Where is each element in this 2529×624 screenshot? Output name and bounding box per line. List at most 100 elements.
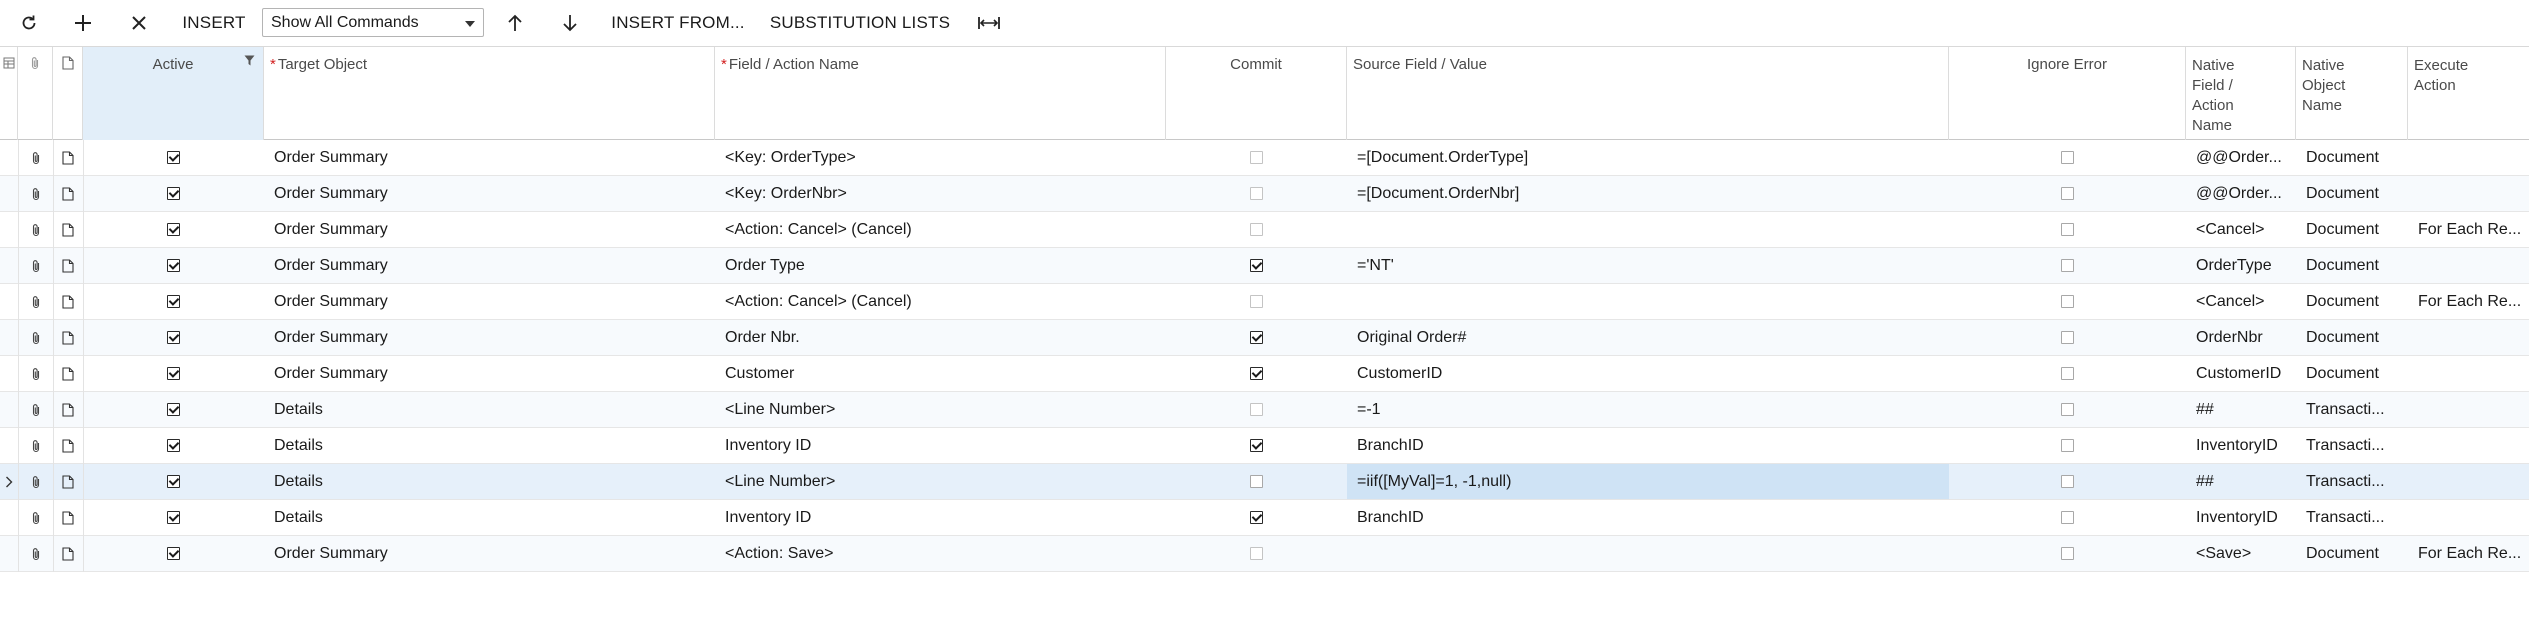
native-object-cell[interactable]: Document — [2296, 212, 2408, 247]
delete-row-button[interactable] — [124, 0, 154, 46]
ignore-error-cell[interactable] — [1949, 392, 2186, 427]
target-object-column-header[interactable]: * Target Object — [264, 47, 715, 140]
field-action-name-cell[interactable]: <Line Number> — [715, 464, 1166, 499]
target-object-cell[interactable]: Order Summary — [264, 140, 715, 175]
execute-action-cell[interactable] — [2408, 320, 2529, 355]
target-object-cell[interactable]: Details — [264, 428, 715, 463]
active-cell[interactable] — [83, 428, 264, 463]
row-notes-button[interactable] — [53, 176, 83, 211]
native-object-cell[interactable]: Document — [2296, 536, 2408, 571]
target-object-cell[interactable]: Order Summary — [264, 176, 715, 211]
execute-action-cell[interactable] — [2408, 392, 2529, 427]
execute-action-cell[interactable]: For Each Re... — [2408, 284, 2529, 319]
ignore-error-cell-checkbox[interactable] — [2061, 475, 2074, 488]
table-row[interactable]: Details <Line Number> =-1 ## Transacti... — [0, 392, 2529, 428]
active-cell[interactable] — [83, 284, 264, 319]
native-field-cell[interactable]: @@Order... — [2186, 176, 2296, 211]
ignore-error-cell-checkbox[interactable] — [2061, 223, 2074, 236]
row-selector[interactable] — [0, 500, 18, 535]
commit-cell[interactable] — [1166, 464, 1347, 499]
table-row[interactable]: Details Inventory ID BranchID InventoryID Tr… — [0, 428, 2529, 464]
ignore-error-cell-checkbox[interactable] — [2061, 151, 2074, 164]
row-files-button[interactable] — [18, 500, 53, 535]
target-object-cell[interactable]: Order Summary — [264, 320, 715, 355]
row-notes-button[interactable] — [53, 500, 83, 535]
row-files-button[interactable] — [18, 536, 53, 571]
active-cell[interactable] — [83, 392, 264, 427]
field-action-name-cell[interactable]: <Action: Cancel> (Cancel) — [715, 212, 1166, 247]
native-field-cell[interactable]: CustomerID — [2186, 356, 2296, 391]
native-field-column-header[interactable]: Native Field / Action Name — [2186, 47, 2296, 140]
source-field-value-cell[interactable]: =-1 — [1347, 392, 1949, 427]
commit-cell[interactable] — [1166, 392, 1347, 427]
commit-cell-checkbox[interactable] — [1250, 295, 1263, 308]
active-cell-checkbox[interactable] — [167, 295, 180, 308]
move-up-button[interactable] — [500, 0, 530, 46]
source-field-value-cell[interactable]: Original Order# — [1347, 320, 1949, 355]
source-field-value-cell[interactable]: =[Document.OrderNbr] — [1347, 176, 1949, 211]
native-field-cell[interactable]: @@Order... — [2186, 140, 2296, 175]
table-row[interactable]: Order Summary <Action: Cancel> (Cancel) <C… — [0, 284, 2529, 320]
execute-action-cell[interactable] — [2408, 356, 2529, 391]
row-notes-button[interactable] — [53, 248, 83, 283]
active-cell-checkbox[interactable] — [167, 223, 180, 236]
target-object-cell[interactable]: Order Summary — [264, 212, 715, 247]
active-column-header[interactable]: Active — [83, 47, 264, 140]
source-field-value-column-header[interactable]: Source Field / Value — [1347, 47, 1949, 140]
field-action-name-cell[interactable]: <Action: Save> — [715, 536, 1166, 571]
field-action-name-cell[interactable]: <Action: Cancel> (Cancel) — [715, 284, 1166, 319]
row-selector[interactable] — [0, 248, 18, 283]
ignore-error-cell-checkbox[interactable] — [2061, 331, 2074, 344]
table-row[interactable]: Order Summary <Action: Cancel> (Cancel) <C… — [0, 212, 2529, 248]
commit-cell-checkbox[interactable] — [1250, 547, 1263, 560]
active-cell[interactable] — [83, 140, 264, 175]
field-action-name-cell[interactable]: <Line Number> — [715, 392, 1166, 427]
row-selector[interactable] — [0, 140, 18, 175]
ignore-error-cell[interactable] — [1949, 284, 2186, 319]
active-cell-checkbox[interactable] — [167, 439, 180, 452]
active-cell-checkbox[interactable] — [167, 331, 180, 344]
field-action-name-column-header[interactable]: * Field / Action Name — [715, 47, 1166, 140]
execute-action-cell[interactable] — [2408, 176, 2529, 211]
move-down-button[interactable] — [555, 0, 585, 46]
row-selector-header[interactable] — [0, 47, 18, 140]
row-notes-button[interactable] — [53, 428, 83, 463]
commit-cell[interactable] — [1166, 212, 1347, 247]
ignore-error-cell-checkbox[interactable] — [2061, 511, 2074, 524]
commit-cell-checkbox[interactable] — [1250, 403, 1263, 416]
native-field-cell[interactable]: OrderType — [2186, 248, 2296, 283]
ignore-error-cell[interactable] — [1949, 248, 2186, 283]
commit-cell-checkbox[interactable] — [1250, 151, 1263, 164]
row-notes-button[interactable] — [53, 320, 83, 355]
row-selector[interactable] — [0, 284, 18, 319]
row-files-button[interactable] — [18, 248, 53, 283]
active-cell-checkbox[interactable] — [167, 511, 180, 524]
command-filter-select[interactable]: Show All Commands — [262, 8, 484, 37]
table-row[interactable]: Details <Line Number> =iif([MyVal]=1, -1,n… — [0, 464, 2529, 500]
row-files-button[interactable] — [18, 428, 53, 463]
native-object-cell[interactable]: Transacti... — [2296, 392, 2408, 427]
target-object-cell[interactable]: Details — [264, 464, 715, 499]
execute-action-cell[interactable] — [2408, 248, 2529, 283]
row-notes-button[interactable] — [53, 284, 83, 319]
execute-action-cell[interactable] — [2408, 500, 2529, 535]
ignore-error-cell[interactable] — [1949, 140, 2186, 175]
ignore-error-cell[interactable] — [1949, 500, 2186, 535]
source-field-value-cell[interactable] — [1347, 212, 1949, 247]
active-cell[interactable] — [83, 320, 264, 355]
native-object-cell[interactable]: Document — [2296, 284, 2408, 319]
commit-cell-checkbox[interactable] — [1250, 475, 1263, 488]
row-notes-button[interactable] — [53, 464, 83, 499]
refresh-button[interactable] — [14, 0, 44, 46]
native-object-cell[interactable]: Document — [2296, 320, 2408, 355]
active-cell-checkbox[interactable] — [167, 259, 180, 272]
filter-icon[interactable] — [244, 55, 255, 66]
row-selector[interactable] — [0, 176, 18, 211]
commit-cell-checkbox[interactable] — [1250, 367, 1263, 380]
native-field-cell[interactable]: <Cancel> — [2186, 212, 2296, 247]
row-selector[interactable] — [0, 356, 18, 391]
row-files-button[interactable] — [18, 284, 53, 319]
native-field-cell[interactable]: InventoryID — [2186, 428, 2296, 463]
native-object-column-header[interactable]: Native Object Name — [2296, 47, 2408, 140]
field-action-name-cell[interactable]: Customer — [715, 356, 1166, 391]
